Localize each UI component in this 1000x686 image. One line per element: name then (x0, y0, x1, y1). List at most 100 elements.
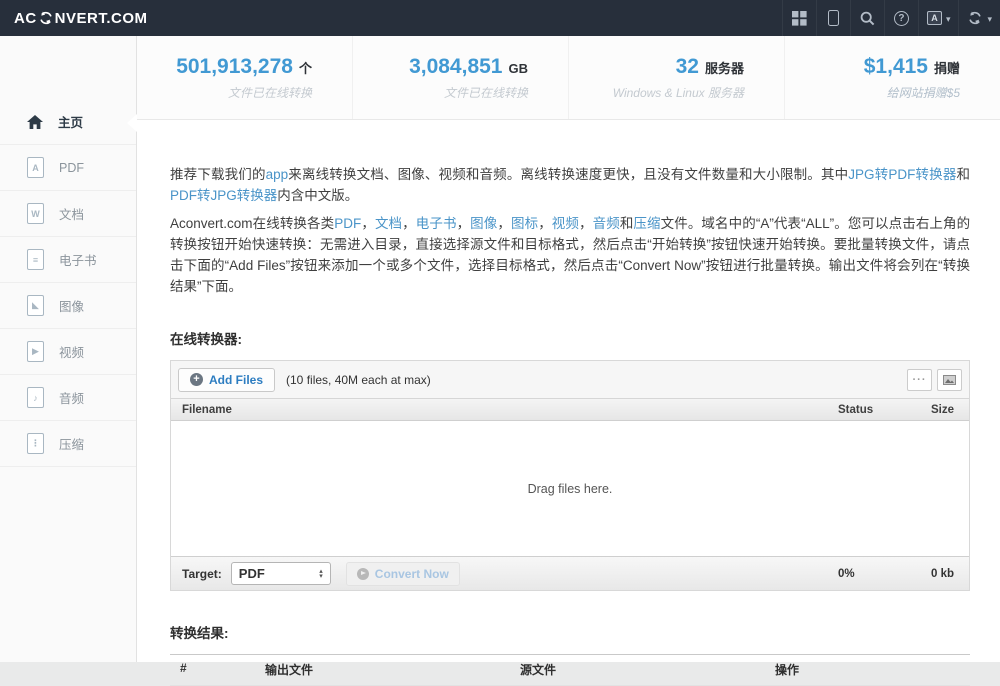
progress-percent: 0% (838, 568, 910, 580)
sidebar-item-label: PDF (59, 161, 84, 175)
stat-donations: $1,415 捐赠 给网站捐赠$5 (784, 36, 1000, 119)
column-size: Size (910, 404, 958, 416)
inline-link[interactable]: 图标 (511, 216, 538, 231)
sidebar-item-archive[interactable]: ⋮ 压缩 (0, 421, 136, 467)
mobile-app-button[interactable] (816, 0, 850, 36)
word-file-icon: W (27, 203, 44, 224)
sidebar-item-label: 电子书 (59, 250, 97, 269)
target-format-select[interactable]: PDF (231, 562, 331, 585)
intro-text: 推荐下载我们的app来离线转换文档、图像、视频和音频。离线转换速度更快，且没有文… (170, 164, 970, 297)
column-index: # (180, 661, 265, 678)
stat-value: 32 (676, 55, 699, 78)
sidebar-item-audio[interactable]: ♪ 音频 (0, 375, 136, 421)
apps-grid-button[interactable] (782, 0, 816, 36)
inline-link[interactable]: 电子书 (416, 216, 457, 231)
active-item-pointer (127, 114, 137, 132)
select-arrows-icon (319, 569, 323, 579)
stat-value: 501,913,278 (176, 55, 293, 78)
column-status: Status (838, 404, 910, 416)
convert-arrow-icon (357, 568, 369, 580)
site-logo[interactable]: AC NVERT.COM (14, 10, 148, 27)
column-output-file: 输出文件 (265, 661, 520, 678)
convert-icon (967, 10, 983, 26)
image-icon (943, 375, 956, 385)
column-filename: Filename (182, 404, 838, 416)
chevron-down-icon (987, 9, 992, 27)
stat-unit: 服务器 (705, 61, 744, 76)
inline-link[interactable]: PDF转JPG转换器 (170, 188, 277, 203)
help-icon (894, 11, 909, 26)
dropzone-text: Drag files here. (528, 482, 613, 496)
screenshot-button[interactable] (937, 369, 962, 391)
plus-circle-icon (190, 373, 203, 386)
results-table-header: # 输出文件 源文件 操作 (170, 655, 970, 686)
chevron-down-icon (946, 9, 951, 27)
convert-now-button[interactable]: Convert Now (346, 562, 460, 586)
language-icon (927, 11, 942, 25)
stat-unit: GB (509, 61, 529, 76)
main-content: 501,913,278 个 文件已在线转换 3,084,851 GB 文件已在线转换… (137, 36, 1000, 662)
converter-footer: Target: PDF Convert Now 0% 0 kb (171, 556, 969, 590)
total-size: 0 kb (910, 568, 958, 580)
logo-text-prefix: AC (14, 10, 37, 27)
help-button[interactable] (884, 0, 918, 36)
results-heading: 转换结果: (170, 622, 970, 642)
stat-gb-converted: 3,084,851 GB 文件已在线转换 (352, 36, 568, 119)
sidebar-item-video[interactable]: ▶ 视频 (0, 329, 136, 375)
more-options-button[interactable] (907, 369, 932, 391)
archive-file-icon: ⋮ (27, 433, 44, 454)
results-table: # 输出文件 源文件 操作 (170, 654, 970, 686)
pdf-file-icon: A (27, 157, 44, 178)
inline-link[interactable]: 视频 (552, 216, 579, 231)
stat-unit: 捐赠 (934, 61, 960, 76)
sidebar-item-document[interactable]: W 文档 (0, 191, 136, 237)
add-files-button[interactable]: Add Files (178, 368, 275, 392)
search-button[interactable] (850, 0, 884, 36)
sidebar-item-label: 图像 (59, 296, 84, 315)
column-source-file: 源文件 (520, 661, 775, 678)
file-limit-note: (10 files, 40M each at max) (286, 373, 431, 387)
audio-file-icon: ♪ (27, 387, 44, 408)
inline-link[interactable]: PDF (334, 216, 361, 231)
stat-value: 3,084,851 (409, 55, 502, 78)
inline-link[interactable]: 图像 (470, 216, 497, 231)
stat-caption: 文件已在线转换 (137, 84, 312, 101)
stat-caption: 文件已在线转换 (353, 84, 528, 101)
convert-now-label: Convert Now (375, 567, 449, 581)
intro-paragraph-1: 推荐下载我们的app来离线转换文档、图像、视频和音频。离线转换速度更快，且没有文… (170, 164, 970, 206)
stat-unit: 个 (299, 61, 312, 76)
stat-caption: Windows & Linux 服务器 (569, 84, 744, 101)
home-icon (27, 115, 43, 129)
language-menu-button[interactable] (918, 0, 959, 36)
sidebar-item-label: 主页 (58, 112, 83, 131)
video-file-icon: ▶ (27, 341, 44, 362)
sidebar-item-image[interactable]: ◣ 图像 (0, 283, 136, 329)
sidebar-item-label: 文档 (59, 204, 84, 223)
sidebar-item-home[interactable]: 主页 (0, 99, 136, 145)
mobile-icon (828, 10, 839, 26)
converter-toolbar: Add Files (10 files, 40M each at max) (171, 361, 969, 398)
intro-paragraph-2: Aconvert.com在线转换各类PDF，文档，电子书，图像，图标，视频，音频… (170, 213, 970, 297)
inline-link[interactable]: JPG转PDF转换器 (848, 167, 956, 182)
image-file-icon: ◣ (27, 295, 44, 316)
stat-files-converted: 501,913,278 个 文件已在线转换 (137, 36, 352, 119)
stat-value: $1,415 (864, 55, 928, 78)
converter-panel: Add Files (10 files, 40M each at max) (170, 360, 970, 591)
inline-link[interactable]: 文档 (375, 216, 402, 231)
sidebar-item-pdf[interactable]: A PDF (0, 145, 136, 191)
inline-link[interactable]: 音频 (593, 216, 620, 231)
donate-link[interactable]: 给网站捐赠$5 (785, 84, 960, 101)
file-grid-header: Filename Status Size (171, 398, 969, 421)
convert-sync-icon (38, 10, 54, 26)
target-label: Target: (182, 567, 222, 581)
inline-link[interactable]: 压缩 (633, 216, 660, 231)
ebook-file-icon: ≡ (27, 249, 44, 270)
sidebar-item-label: 压缩 (59, 434, 84, 453)
quick-convert-menu-button[interactable] (958, 0, 1000, 36)
search-icon (860, 11, 875, 26)
file-dropzone[interactable]: Drag files here. (171, 421, 969, 556)
sidebar-item-ebook[interactable]: ≡ 电子书 (0, 237, 136, 283)
logo-text-suffix: NVERT.COM (55, 10, 148, 27)
inline-link[interactable]: app (266, 167, 289, 182)
navbar-actions (782, 0, 1000, 36)
